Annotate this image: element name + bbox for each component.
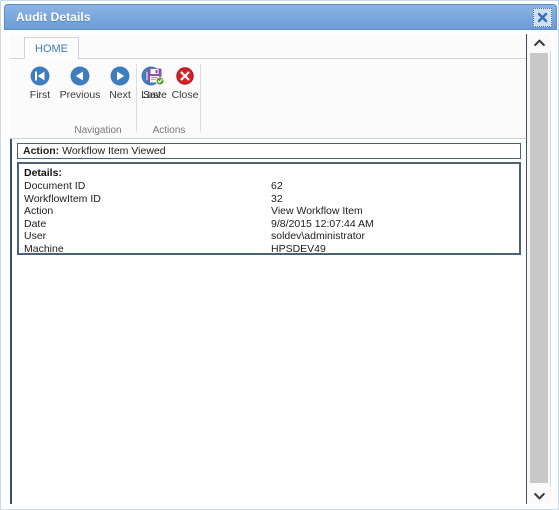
ribbon-group-actions: Save Close Actions [140, 59, 198, 139]
tab-home[interactable]: HOME [24, 37, 79, 59]
action-banner-value: Workflow Item Viewed [62, 145, 166, 157]
close-circle-icon [175, 65, 195, 87]
details-value-user: soldev\administrator [271, 230, 365, 242]
nav-previous-button[interactable]: Previous [56, 65, 104, 101]
details-value-document-id: 62 [271, 180, 283, 192]
action-banner-label: Action: [23, 145, 60, 157]
audit-content-pane: Action: Workflow Item Viewed Details: Do… [10, 139, 526, 504]
arrow-left-icon [70, 65, 90, 87]
details-row: Action View Workflow Item [24, 205, 519, 218]
nav-previous-label: Previous [59, 89, 101, 101]
ribbon-tabstrip: HOME [10, 34, 526, 59]
skip-to-first-icon [30, 65, 50, 87]
details-label-document-id: Document ID [24, 180, 86, 192]
details-row: WorkflowItem ID 32 [24, 193, 519, 206]
close-action-button[interactable]: Close [170, 65, 200, 101]
details-label-date: Date [24, 217, 47, 230]
details-title: Details: [24, 167, 62, 179]
window-close-button[interactable] [533, 8, 552, 27]
details-value-workflowitem-id: 32 [271, 192, 283, 205]
close-x-icon [537, 12, 548, 23]
details-label-user: User [24, 230, 47, 242]
window-title: Audit Details [16, 10, 91, 24]
ribbon-separator-2 [200, 64, 201, 132]
ribbon-group-actions-label: Actions [152, 125, 186, 136]
chevron-down-icon [533, 492, 545, 499]
details-row: Date 9/8/2015 12:07:44 AM [24, 218, 519, 231]
nav-next-button[interactable]: Next [104, 65, 136, 101]
ribbon-toolbar: First Previous Next Last Navigation Save… [10, 59, 526, 139]
chevron-up-icon [533, 39, 545, 46]
action-banner: Action: Workflow Item Viewed [17, 143, 521, 159]
window-titlebar: Audit Details [4, 4, 557, 30]
scroll-down-button[interactable] [527, 487, 551, 504]
nav-first-button[interactable]: First [24, 65, 56, 101]
action-banner-text: Action: Workflow Item Viewed [23, 145, 166, 157]
details-label-action: Action [24, 205, 54, 217]
details-panel: Details: Document ID 62 WorkflowItem ID … [17, 162, 521, 255]
nav-first-label: First [29, 89, 51, 101]
save-floppy-icon [145, 65, 165, 87]
nav-next-label: Next [109, 89, 131, 101]
arrow-right-icon [110, 65, 130, 87]
details-row: Machine HPSDEV49 [24, 243, 519, 256]
scrollbar-thumb[interactable] [530, 53, 548, 483]
close-action-label: Close [171, 89, 199, 101]
details-list: Details: Document ID 62 WorkflowItem ID … [19, 164, 519, 255]
vertical-scrollbar[interactable] [526, 34, 551, 504]
save-button[interactable]: Save [140, 65, 170, 101]
details-value-action: View Workflow Item [271, 205, 363, 217]
details-value-date: 9/8/2015 12:07:44 AM [271, 217, 374, 230]
ribbon-separator-1 [136, 64, 137, 132]
dialog-body: HOME First Previous Next Last Navigation… [10, 34, 551, 504]
details-value-machine: HPSDEV49 [271, 242, 326, 255]
details-label-workflowitem-id: WorkflowItem ID [24, 192, 101, 205]
save-label: Save [143, 89, 167, 101]
details-label-machine: Machine [24, 242, 64, 255]
details-row: Document ID 62 [24, 180, 519, 193]
scroll-up-button[interactable] [527, 34, 551, 51]
audit-details-window: Audit Details HOME First Previous Next L… [0, 0, 559, 510]
details-row: User soldev\administrator [24, 230, 519, 243]
